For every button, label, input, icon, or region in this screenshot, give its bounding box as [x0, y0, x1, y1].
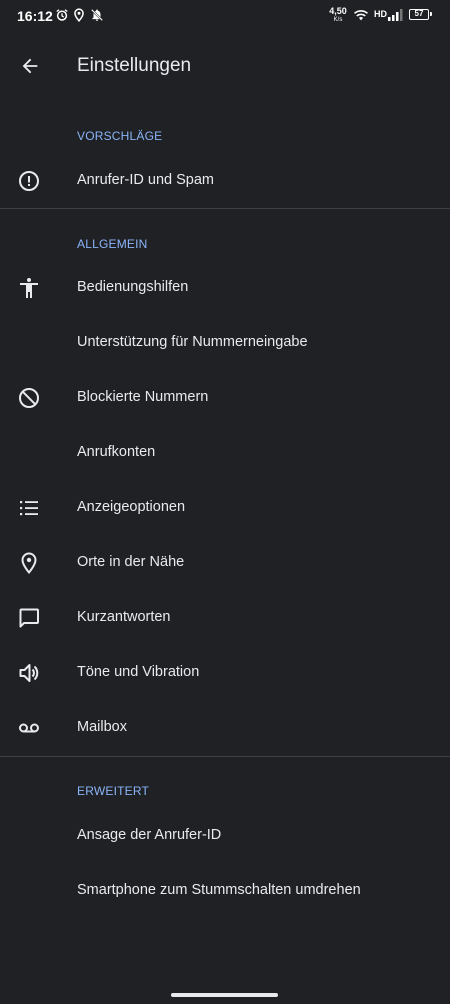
message-icon: [17, 606, 41, 630]
settings-item-nearby-places[interactable]: Orte in der Nähe: [0, 536, 450, 591]
accessibility-icon: [17, 276, 41, 300]
settings-item-call-accounts[interactable]: Anrufkonten: [0, 426, 450, 481]
settings-item-accessibility[interactable]: Bedienungshilfen: [0, 261, 450, 316]
location-icon: [72, 8, 86, 22]
battery-icon: 57: [409, 9, 432, 20]
settings-item-sounds-vibration[interactable]: Töne und Vibration: [0, 646, 450, 701]
arrow-back-icon: [19, 55, 41, 77]
list-icon: [17, 496, 41, 520]
signal-icon: [388, 9, 404, 21]
settings-item-blocked-numbers[interactable]: Blockierte Nummern: [0, 371, 450, 426]
settings-item-label: Blockierte Nummern: [77, 389, 209, 405]
settings-item-label: Smartphone zum Stummschalten umdrehen: [77, 882, 361, 898]
settings-item-label: Anrufkonten: [77, 444, 156, 460]
block-icon: [17, 386, 41, 410]
page-title: Einstellungen: [77, 55, 192, 76]
location-pin-icon: [17, 551, 41, 575]
settings-item-label: Anzeigeoptionen: [77, 499, 186, 515]
settings-item-label: Orte in der Nähe: [77, 554, 185, 570]
settings-item-display-options[interactable]: Anzeigeoptionen: [0, 481, 450, 536]
settings-item-label: Unterstützung für Nummerneingabe: [77, 334, 308, 350]
settings-item-label: Bedienungshilfen: [77, 279, 189, 295]
section-divider: [0, 756, 450, 757]
settings-item-label: Mailbox: [77, 719, 127, 735]
network-speed: 4,50 K/s: [327, 6, 349, 24]
status-bar: 16:12 4,50 K/s HD 57: [0, 0, 450, 32]
section-divider: [0, 208, 450, 209]
speaker-icon: [17, 661, 41, 685]
section-header-general: ALLGEMEIN: [77, 237, 148, 251]
section-header-suggestions: VORSCHLÄGE: [77, 129, 163, 143]
network-speed-value: 4,50: [329, 6, 347, 16]
wifi-icon: [353, 8, 369, 22]
network-type-label: HD: [374, 9, 387, 19]
network-speed-unit: K/s: [333, 17, 343, 23]
alert-circle-icon: [17, 169, 41, 193]
settings-item-caller-id-announcement[interactable]: Ansage der Anrufer-ID: [0, 809, 450, 864]
settings-item-flip-to-silence[interactable]: Smartphone zum Stummschalten umdrehen: [0, 864, 450, 919]
settings-item-label: Töne und Vibration: [77, 664, 200, 680]
status-time: 16:12: [17, 8, 53, 24]
voicemail-icon: [17, 716, 41, 740]
alarm-icon: [55, 8, 69, 22]
settings-item-label: Ansage der Anrufer-ID: [77, 827, 222, 843]
settings-item-caller-id-spam[interactable]: Anrufer-ID und Spam: [0, 154, 450, 209]
settings-item-dialpad-assist[interactable]: Unterstützung für Nummerneingabe: [0, 316, 450, 371]
gesture-nav-handle[interactable]: [171, 993, 278, 997]
back-button[interactable]: [10, 46, 50, 86]
notifications-off-icon: [90, 8, 104, 22]
settings-item-quick-responses[interactable]: Kurzantworten: [0, 591, 450, 646]
settings-item-label: Kurzantworten: [77, 609, 171, 625]
settings-item-label: Anrufer-ID und Spam: [77, 172, 215, 188]
settings-item-voicemail[interactable]: Mailbox: [0, 701, 450, 756]
app-bar: Einstellungen: [0, 40, 450, 96]
section-header-advanced: ERWEITERT: [77, 784, 150, 798]
